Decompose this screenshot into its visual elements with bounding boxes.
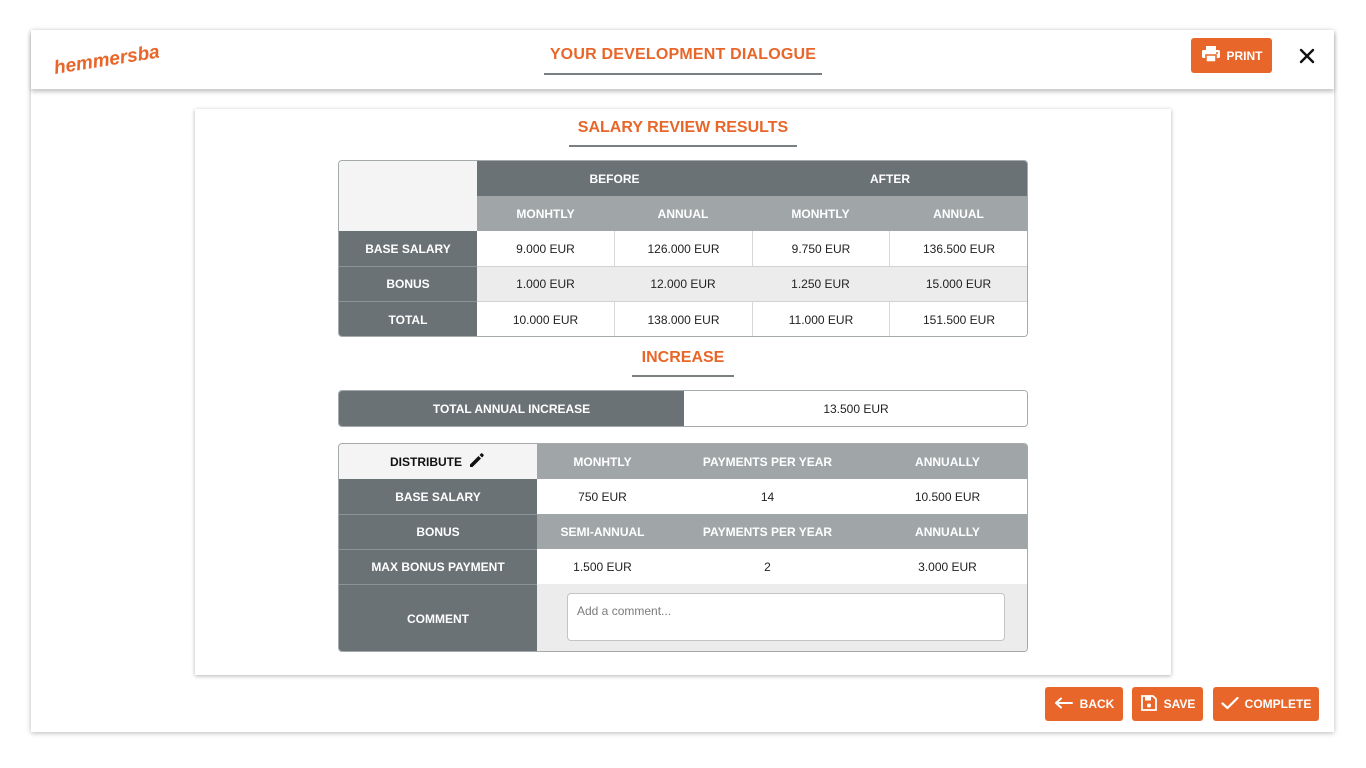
distribute-header[interactable]: DISTRIBUTE xyxy=(339,444,537,479)
pencil-icon[interactable] xyxy=(468,451,486,472)
top-bar: hemmersbach YOUR DEVELOPMENT DIALOGUE PR… xyxy=(31,30,1334,89)
subheader-after-monthly: MONHTLY xyxy=(752,196,889,231)
printer-icon xyxy=(1201,45,1221,66)
table-cell: 2 xyxy=(668,549,867,584)
content-card: SALARY REVIEW RESULTS BEFORE AFTER MONHT… xyxy=(195,109,1171,675)
increase-title: INCREASE xyxy=(632,349,734,377)
row-label-bonus: BONUS xyxy=(339,514,537,549)
table-cell: 10.000 EUR xyxy=(477,301,614,336)
salary-review-table: BEFORE AFTER MONHTLY ANNUAL MONHTLY ANNU… xyxy=(338,160,1028,337)
table-cell: 126.000 EUR xyxy=(614,231,752,266)
table-cell: 15.000 EUR xyxy=(889,266,1027,301)
row-label-comment: COMMENT xyxy=(339,584,537,651)
table-cell: 14 xyxy=(668,479,867,514)
page-title-wrap: YOUR DEVELOPMENT DIALOGUE xyxy=(544,46,822,75)
table-cell: 138.000 EUR xyxy=(614,301,752,336)
distribute-header-monthly: MONHTLY xyxy=(537,444,668,479)
complete-button[interactable]: COMPLETE xyxy=(1213,687,1319,721)
row-label-base-salary: BASE SALARY xyxy=(339,479,537,514)
page-title: YOUR DEVELOPMENT DIALOGUE xyxy=(544,46,822,75)
subheader-after-annual: ANNUAL xyxy=(889,196,1027,231)
table-cell: 136.500 EUR xyxy=(889,231,1027,266)
bonus-header-semi-annual: SEMI-ANNUAL xyxy=(537,514,668,549)
distribute-label: DISTRIBUTE xyxy=(390,454,462,469)
salary-review-title: SALARY REVIEW RESULTS xyxy=(569,119,797,147)
table-cell: 9.750 EUR xyxy=(752,231,889,266)
svg-text:hemmersbach: hemmersbach xyxy=(53,44,159,79)
arrow-left-icon xyxy=(1054,697,1074,712)
row-label-bonus: BONUS xyxy=(339,266,477,301)
table-cell: 750 EUR xyxy=(537,479,668,514)
table-cell: 1.250 EUR xyxy=(752,266,889,301)
row-label-base-salary: BASE SALARY xyxy=(339,231,477,266)
table-cell: 9.000 EUR xyxy=(477,231,614,266)
subheader-before-monthly: MONHTLY xyxy=(477,196,614,231)
table-cell: 1.000 EUR xyxy=(477,266,614,301)
header-before: BEFORE xyxy=(477,161,752,196)
table-corner xyxy=(339,161,477,231)
total-increase-table: TOTAL ANNUAL INCREASE 13.500 EUR xyxy=(338,390,1028,427)
print-button-label: PRINT xyxy=(1226,48,1263,63)
row-label-max-bonus: MAX BONUS PAYMENT xyxy=(339,549,537,584)
total-annual-increase-label: TOTAL ANNUAL INCREASE xyxy=(339,391,684,426)
distribute-header-annually: ANNUALLY xyxy=(867,444,1027,479)
save-button-label: SAVE xyxy=(1163,697,1196,711)
bonus-header-payments: PAYMENTS PER YEAR xyxy=(668,514,867,549)
table-cell: 11.000 EUR xyxy=(752,301,889,336)
total-annual-increase-value: 13.500 EUR xyxy=(684,391,1027,426)
comment-input[interactable] xyxy=(567,593,1005,641)
table-cell: 1.500 EUR xyxy=(537,549,668,584)
table-cell: 151.500 EUR xyxy=(889,301,1027,336)
save-button[interactable]: SAVE xyxy=(1132,687,1203,721)
table-cell: 3.000 EUR xyxy=(867,549,1027,584)
complete-button-label: COMPLETE xyxy=(1244,697,1312,711)
print-button[interactable]: PRINT xyxy=(1191,38,1272,73)
increase-title-wrap: INCREASE xyxy=(632,349,734,377)
distribute-header-payments: PAYMENTS PER YEAR xyxy=(668,444,867,479)
table-cell: 12.000 EUR xyxy=(614,266,752,301)
back-button-label: BACK xyxy=(1079,697,1115,711)
floppy-disk-icon xyxy=(1140,694,1158,715)
checkmark-icon xyxy=(1221,696,1239,713)
back-button[interactable]: BACK xyxy=(1045,687,1123,721)
dialog-frame: hemmersbach YOUR DEVELOPMENT DIALOGUE PR… xyxy=(31,30,1334,732)
table-cell: 10.500 EUR xyxy=(867,479,1027,514)
bonus-header-annually: ANNUALLY xyxy=(867,514,1027,549)
header-after: AFTER xyxy=(752,161,1027,196)
hemmersbach-logo: hemmersbach xyxy=(53,44,159,80)
salary-review-title-wrap: SALARY REVIEW RESULTS xyxy=(569,119,797,147)
distribute-table: DISTRIBUTE MONHTLY PAYMENTS PER YEAR ANN… xyxy=(338,443,1028,652)
subheader-before-annual: ANNUAL xyxy=(614,196,752,231)
close-icon[interactable] xyxy=(1295,44,1319,68)
row-label-total: TOTAL xyxy=(339,301,477,336)
